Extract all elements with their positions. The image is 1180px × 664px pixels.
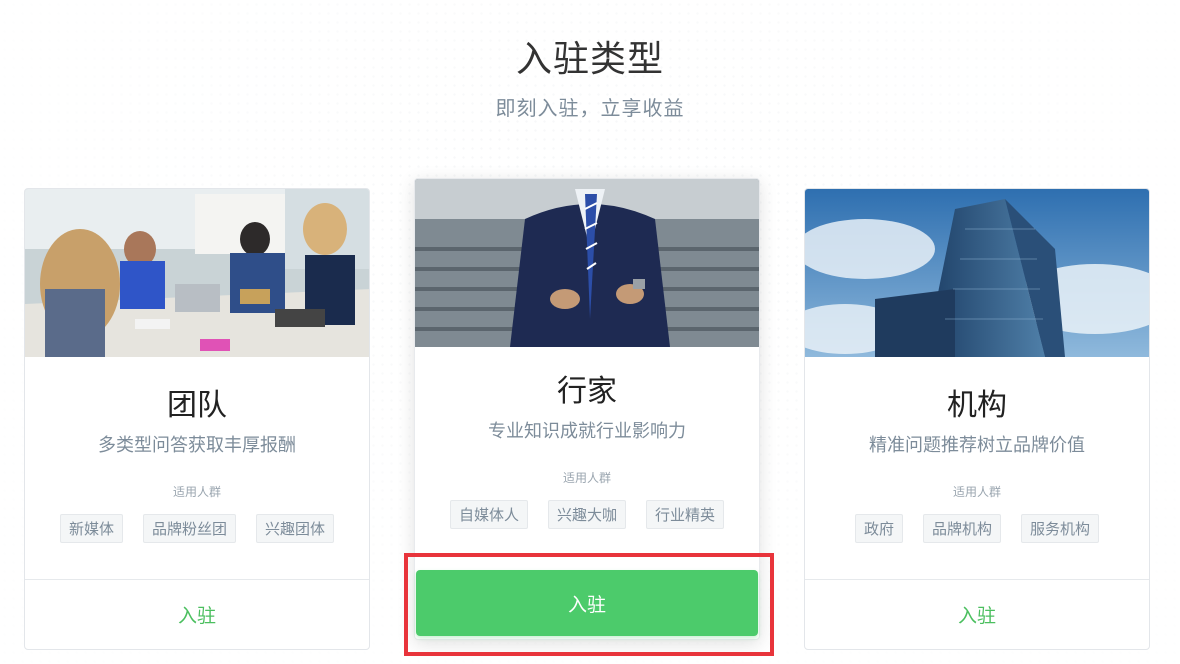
tag-item: 行业精英: [646, 500, 725, 529]
join-button-expert[interactable]: 入驻: [416, 570, 758, 636]
audience-tags: 政府 品牌机构 服务机构: [805, 514, 1149, 543]
card-subtitle: 专业知识成就行业影响力: [488, 421, 686, 442]
tag-item: 品牌机构: [922, 514, 1001, 543]
audience-label: 适用人群: [562, 471, 611, 485]
tag-item: 兴趣大咖: [547, 500, 626, 529]
section-heading: 入驻类型 即刻入驻，立享收益: [0, 38, 1180, 121]
card-title: 团队: [167, 388, 227, 423]
audience-tags: 自媒体人 兴趣大咖 行业精英: [415, 500, 759, 529]
card-title: 机构: [947, 388, 1007, 423]
page-subtitle: 即刻入驻，立享收益: [495, 96, 685, 120]
tag-item: 服务机构: [1021, 514, 1100, 543]
card-organization: 机构 精准问题推荐树立品牌价值 适用人群 政府 品牌机构 服务机构 入驻: [804, 188, 1150, 650]
tag-item: 自媒体人: [449, 500, 528, 529]
team-photo: [25, 189, 369, 357]
card-team: 团队 多类型问答获取丰厚报酬 适用人群 新媒体 品牌粉丝团 兴趣团体 入驻: [24, 188, 370, 650]
expert-photo: [415, 179, 759, 347]
join-link-team[interactable]: 入驻: [25, 579, 369, 649]
audience-label: 适用人群: [952, 485, 1001, 499]
organization-photo: [805, 189, 1149, 357]
tag-item: 品牌粉丝团: [142, 514, 236, 543]
card-subtitle: 多类型问答获取丰厚报酬: [98, 435, 296, 456]
card-title: 行家: [557, 374, 617, 409]
join-link-organization[interactable]: 入驻: [805, 579, 1149, 649]
card-subtitle: 精准问题推荐树立品牌价值: [869, 435, 1085, 456]
tag-item: 兴趣团体: [256, 514, 335, 543]
page-background: 入驻类型 即刻入驻，立享收益 团队 多类型问答获取丰厚报酬 适用人群 新媒体 品…: [0, 0, 1180, 664]
audience-tags: 新媒体 品牌粉丝团 兴趣团体: [25, 514, 369, 543]
tag-item: 新媒体: [59, 514, 123, 543]
page-title: 入驻类型: [515, 39, 664, 80]
tag-item: 政府: [854, 514, 903, 543]
audience-label: 适用人群: [172, 485, 221, 499]
